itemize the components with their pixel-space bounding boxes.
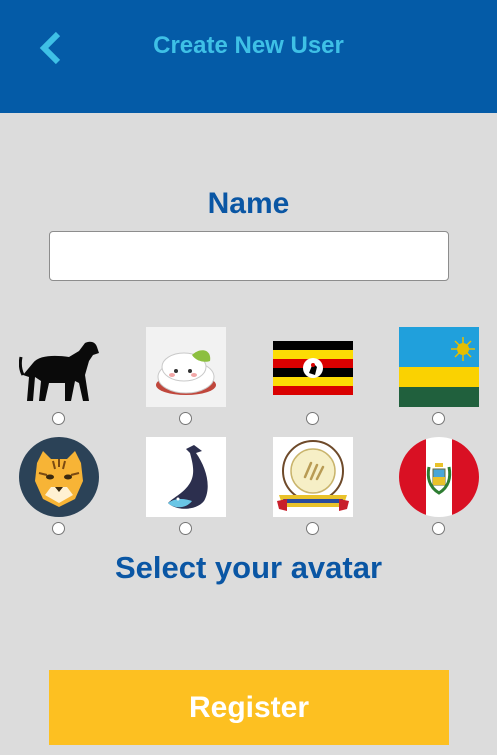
avatar-radio-uganda[interactable] [306, 412, 319, 425]
register-button[interactable]: Register [49, 670, 449, 745]
app-header: Create New User [0, 0, 497, 113]
avatar-radio-venezuela[interactable] [306, 522, 319, 535]
avatar-radio-cat[interactable] [179, 412, 192, 425]
avatar-radio-dog[interactable] [52, 412, 65, 425]
whale-avatar-icon[interactable] [146, 437, 226, 517]
avatar-radio-rwanda[interactable] [432, 412, 445, 425]
name-label: Name [207, 187, 290, 220]
venezuela-emblem-icon[interactable] [273, 437, 353, 517]
peru-flag-icon[interactable] [399, 437, 479, 517]
rwanda-flag-icon[interactable] [399, 327, 479, 407]
page-title: Create New User [153, 32, 344, 59]
cat-avatar-icon[interactable] [146, 327, 226, 407]
avatar-radio-tiger[interactable] [52, 522, 65, 535]
name-input[interactable] [49, 231, 449, 281]
avatar-radio-whale[interactable] [179, 522, 192, 535]
select-avatar-label: Select your avatar [114, 550, 383, 585]
uganda-flag-icon[interactable] [273, 327, 353, 407]
avatar-radio-peru[interactable] [432, 522, 445, 535]
tiger-avatar-icon[interactable] [19, 437, 99, 517]
dog-avatar-icon[interactable] [19, 327, 99, 407]
